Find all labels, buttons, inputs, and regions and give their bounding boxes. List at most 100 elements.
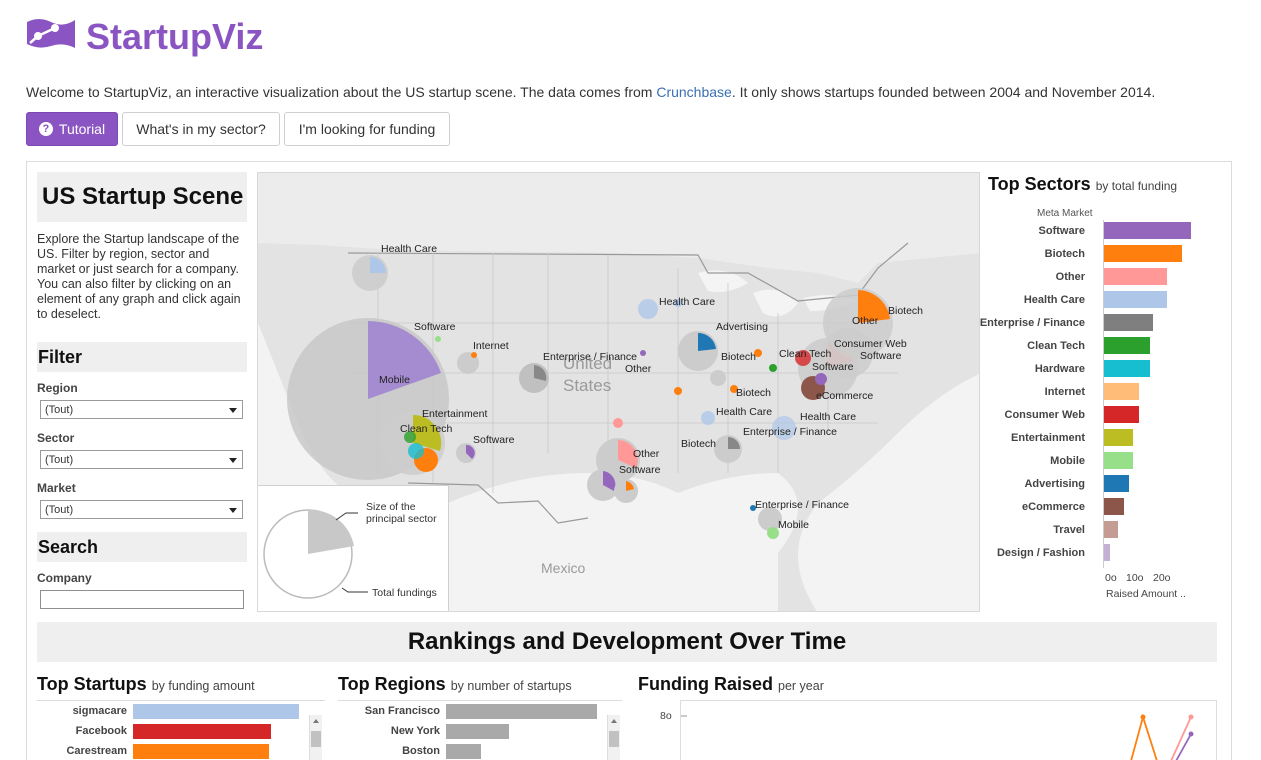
sector-row[interactable]: Advertising <box>987 473 1195 496</box>
map-label: Biotech <box>888 305 923 317</box>
map-label: Clean Tech <box>779 348 832 360</box>
company-search-input[interactable] <box>40 590 244 609</box>
map-label: Enterprise / Finance <box>755 499 849 511</box>
map-label: Other <box>633 448 660 460</box>
market-label: Market <box>37 481 76 495</box>
scroll-up-icon[interactable] <box>313 719 319 723</box>
sector-row[interactable]: Mobile <box>987 450 1195 473</box>
sector-row[interactable]: Health Care <box>987 289 1195 312</box>
sector-bar[interactable] <box>1104 475 1129 492</box>
sector-bar[interactable] <box>1104 406 1140 423</box>
scroll-up-icon[interactable] <box>611 719 617 723</box>
sector-row[interactable]: Clean Tech <box>987 335 1195 358</box>
crunchbase-link[interactable]: Crunchbase <box>656 84 732 100</box>
sector-row[interactable]: Enterprise / Finance <box>980 312 1195 335</box>
sector-label: Hardware <box>1034 363 1085 375</box>
question-icon: ? <box>38 122 53 136</box>
brand-title: StartupViz <box>86 16 264 57</box>
sector-bar[interactable] <box>1104 383 1140 400</box>
axis-label: Raised Amount .. <box>1106 588 1186 600</box>
chevron-down-icon <box>229 508 237 513</box>
map-country-label-states: States <box>563 376 611 395</box>
meta-market-label: Meta Market <box>1037 208 1093 219</box>
sector-label: Consumer Web <box>1004 409 1085 421</box>
rankings-banner: Rankings and Development Over Time <box>37 622 1217 662</box>
top-startups-title: Top Startups by funding amount <box>37 674 255 694</box>
sector-label: Clean Tech <box>1027 340 1085 352</box>
sector-bar[interactable] <box>1104 268 1167 285</box>
sector-label: Health Care <box>1023 294 1085 306</box>
search-heading: Search <box>37 532 247 562</box>
map-label: Software <box>473 434 515 446</box>
intro-text: Welcome to StartupViz, an interactive vi… <box>26 84 1156 100</box>
sector-row[interactable]: Biotech <box>987 243 1195 266</box>
sector-row[interactable]: Travel <box>987 519 1195 542</box>
sector-select[interactable]: (Tout) <box>40 450 243 469</box>
sector-row[interactable]: Consumer Web <box>987 404 1195 427</box>
map-label: Enterprise / Finance <box>743 426 837 438</box>
map-label: Enterprise / Finance <box>543 351 637 363</box>
map-label: Biotech <box>681 438 716 450</box>
sector-label: Mobile <box>1050 455 1085 467</box>
sector-row[interactable]: Software <box>987 220 1195 243</box>
market-select[interactable]: (Tout) <box>40 500 243 519</box>
sector-bar[interactable] <box>1104 291 1167 308</box>
map-label: Mobile <box>379 374 410 386</box>
map-label: Clean Tech <box>400 423 453 435</box>
sector-bar[interactable] <box>1104 544 1111 561</box>
sector-label: Sector <box>37 431 75 445</box>
regions-scrollbar[interactable] <box>607 715 620 760</box>
map-label: Mobile <box>778 519 809 531</box>
sector-row[interactable]: eCommerce <box>987 496 1195 519</box>
legend-principal-label: Size of the principal sector <box>366 501 437 525</box>
top-sectors-title: Top Sectors by total funding <box>988 174 1178 194</box>
funding-button[interactable]: I'm looking for funding <box>284 112 450 146</box>
sector-button[interactable]: What's in my sector? <box>122 112 280 146</box>
sector-bar[interactable] <box>1104 360 1150 377</box>
sector-row[interactable]: Other <box>987 266 1195 289</box>
funding-line-chart[interactable] <box>680 700 1217 760</box>
funding-raised-title: Funding Raised per year <box>638 674 824 694</box>
axis-tick: 0o <box>1105 572 1117 584</box>
top-regions-title: Top Regions by number of startups <box>338 674 572 694</box>
chevron-down-icon <box>229 408 237 413</box>
company-label: Company <box>37 571 92 585</box>
list-item-bar[interactable] <box>446 744 481 759</box>
sector-row[interactable]: Design / Fashion <box>987 542 1195 565</box>
sector-label: Entertainment <box>1011 432 1085 444</box>
list-item-bar[interactable] <box>446 704 597 719</box>
map-label: Health Care <box>381 243 437 255</box>
sector-label: Travel <box>1053 524 1085 536</box>
sector-bar[interactable] <box>1104 429 1134 446</box>
sector-bar[interactable] <box>1104 245 1183 262</box>
sector-bar[interactable] <box>1104 521 1118 538</box>
sector-bar[interactable] <box>1104 314 1154 331</box>
sector-row[interactable]: Hardware <box>987 358 1195 381</box>
axis-tick: 10o <box>1126 572 1144 584</box>
map-label: Biotech <box>736 387 771 399</box>
sector-bar[interactable] <box>1104 222 1192 239</box>
sector-label: Internet <box>1044 386 1085 398</box>
sector-row[interactable]: Internet <box>987 381 1195 404</box>
sector-bar[interactable] <box>1104 498 1124 515</box>
sector-row[interactable]: Entertainment <box>987 427 1195 450</box>
map-label: Software <box>414 321 456 333</box>
map-size-legend: Size of the principal sector Total fundi… <box>258 485 449 611</box>
scroll-thumb[interactable] <box>609 731 619 747</box>
map-label: Health Care <box>716 406 772 418</box>
chevron-down-icon <box>229 458 237 463</box>
sector-label: Design / Fashion <box>996 547 1085 559</box>
sector-label: Other <box>1055 271 1085 283</box>
list-item-label: New York <box>390 725 440 737</box>
list-item-label: San Francisco <box>364 705 440 717</box>
startupviz-logo-icon <box>25 16 77 52</box>
region-select[interactable]: (Tout) <box>40 400 243 419</box>
sector-bar[interactable] <box>1104 337 1150 354</box>
axis-tick: 20o <box>1153 572 1171 584</box>
sector-bar[interactable] <box>1104 452 1134 469</box>
region-label: Region <box>37 381 78 395</box>
map-label: Health Care <box>800 411 856 423</box>
tutorial-button[interactable]: ? Tutorial <box>26 112 118 146</box>
list-item-bar[interactable] <box>446 724 510 739</box>
map-label: Entertainment <box>422 408 487 420</box>
